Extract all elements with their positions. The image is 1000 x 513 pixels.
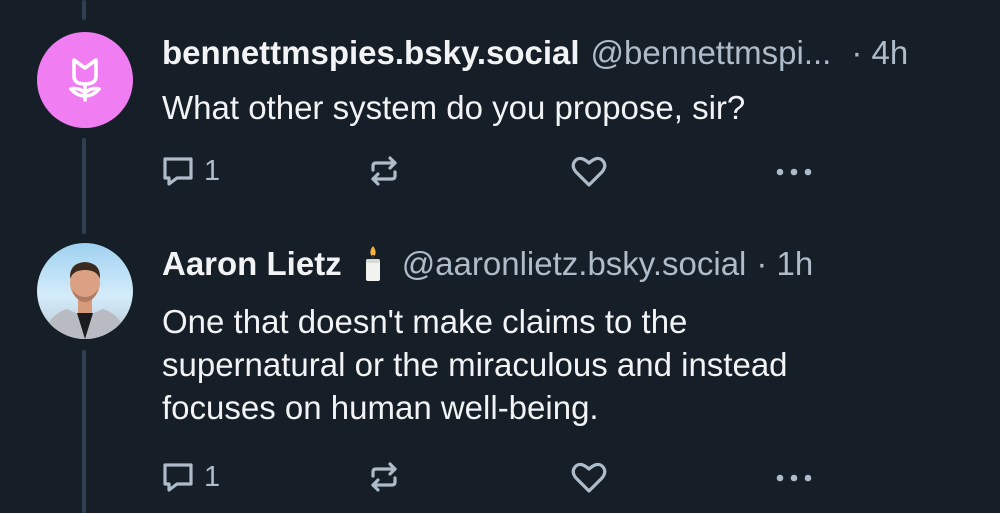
timestamp[interactable]: · 4h [851, 33, 908, 73]
post-actions: 1 [160, 459, 820, 499]
reply-button[interactable]: 1 [160, 459, 220, 495]
post-actions: 1 [160, 153, 820, 193]
more-icon [776, 474, 812, 482]
thread-line-top [82, 0, 86, 20]
timestamp[interactable]: · 1h [756, 244, 813, 284]
thread-line-middle [82, 138, 86, 234]
repost-icon [371, 156, 397, 186]
avatar[interactable] [37, 243, 133, 339]
like-button[interactable] [570, 153, 608, 189]
flower-icon [69, 58, 101, 102]
post-text-line: What other system do you propose, sir? [162, 89, 746, 126]
handle[interactable]: @aaronlietz.bsky.social [402, 244, 747, 284]
more-button[interactable] [774, 459, 814, 495]
post-text: One that doesn't make claims to the supe… [162, 300, 942, 429]
post-text-line: One that doesn't make claims to the [162, 303, 688, 340]
like-icon [571, 462, 607, 493]
post-text: What other system do you propose, sir? [162, 86, 942, 129]
reply-button[interactable]: 1 [160, 153, 220, 189]
reply-count: 1 [204, 154, 221, 187]
post-header: bennettmspies.bsky.social @bennettmspi..… [162, 33, 908, 73]
repost-icon [371, 462, 397, 492]
reply-icon [163, 157, 193, 186]
repost-button[interactable] [366, 153, 402, 189]
post-text-line: supernatural or the miraculous and inste… [162, 346, 788, 383]
profile-photo [43, 262, 127, 339]
reply-count: 1 [204, 460, 221, 493]
display-name[interactable]: bennettmspies.bsky.social [162, 33, 580, 73]
reply-icon [163, 463, 193, 492]
more-button[interactable] [774, 153, 814, 189]
thread-line-bottom [82, 350, 86, 513]
thread: bennettmspies.bsky.social @bennettmspi..… [0, 0, 1000, 513]
display-name[interactable]: Aaron Lietz [162, 244, 342, 284]
repost-button[interactable] [366, 459, 402, 495]
post-text-line: focuses on human well-being. [162, 389, 599, 426]
candle-emoji-icon [365, 246, 380, 281]
more-icon [776, 168, 812, 176]
handle[interactable]: @bennettmspi... [591, 33, 832, 73]
like-icon [571, 156, 607, 187]
like-button[interactable] [570, 459, 608, 495]
avatar[interactable] [37, 32, 133, 128]
post-header: Aaron Lietz @aaronlietz.bsky.social · 1h [162, 244, 813, 284]
